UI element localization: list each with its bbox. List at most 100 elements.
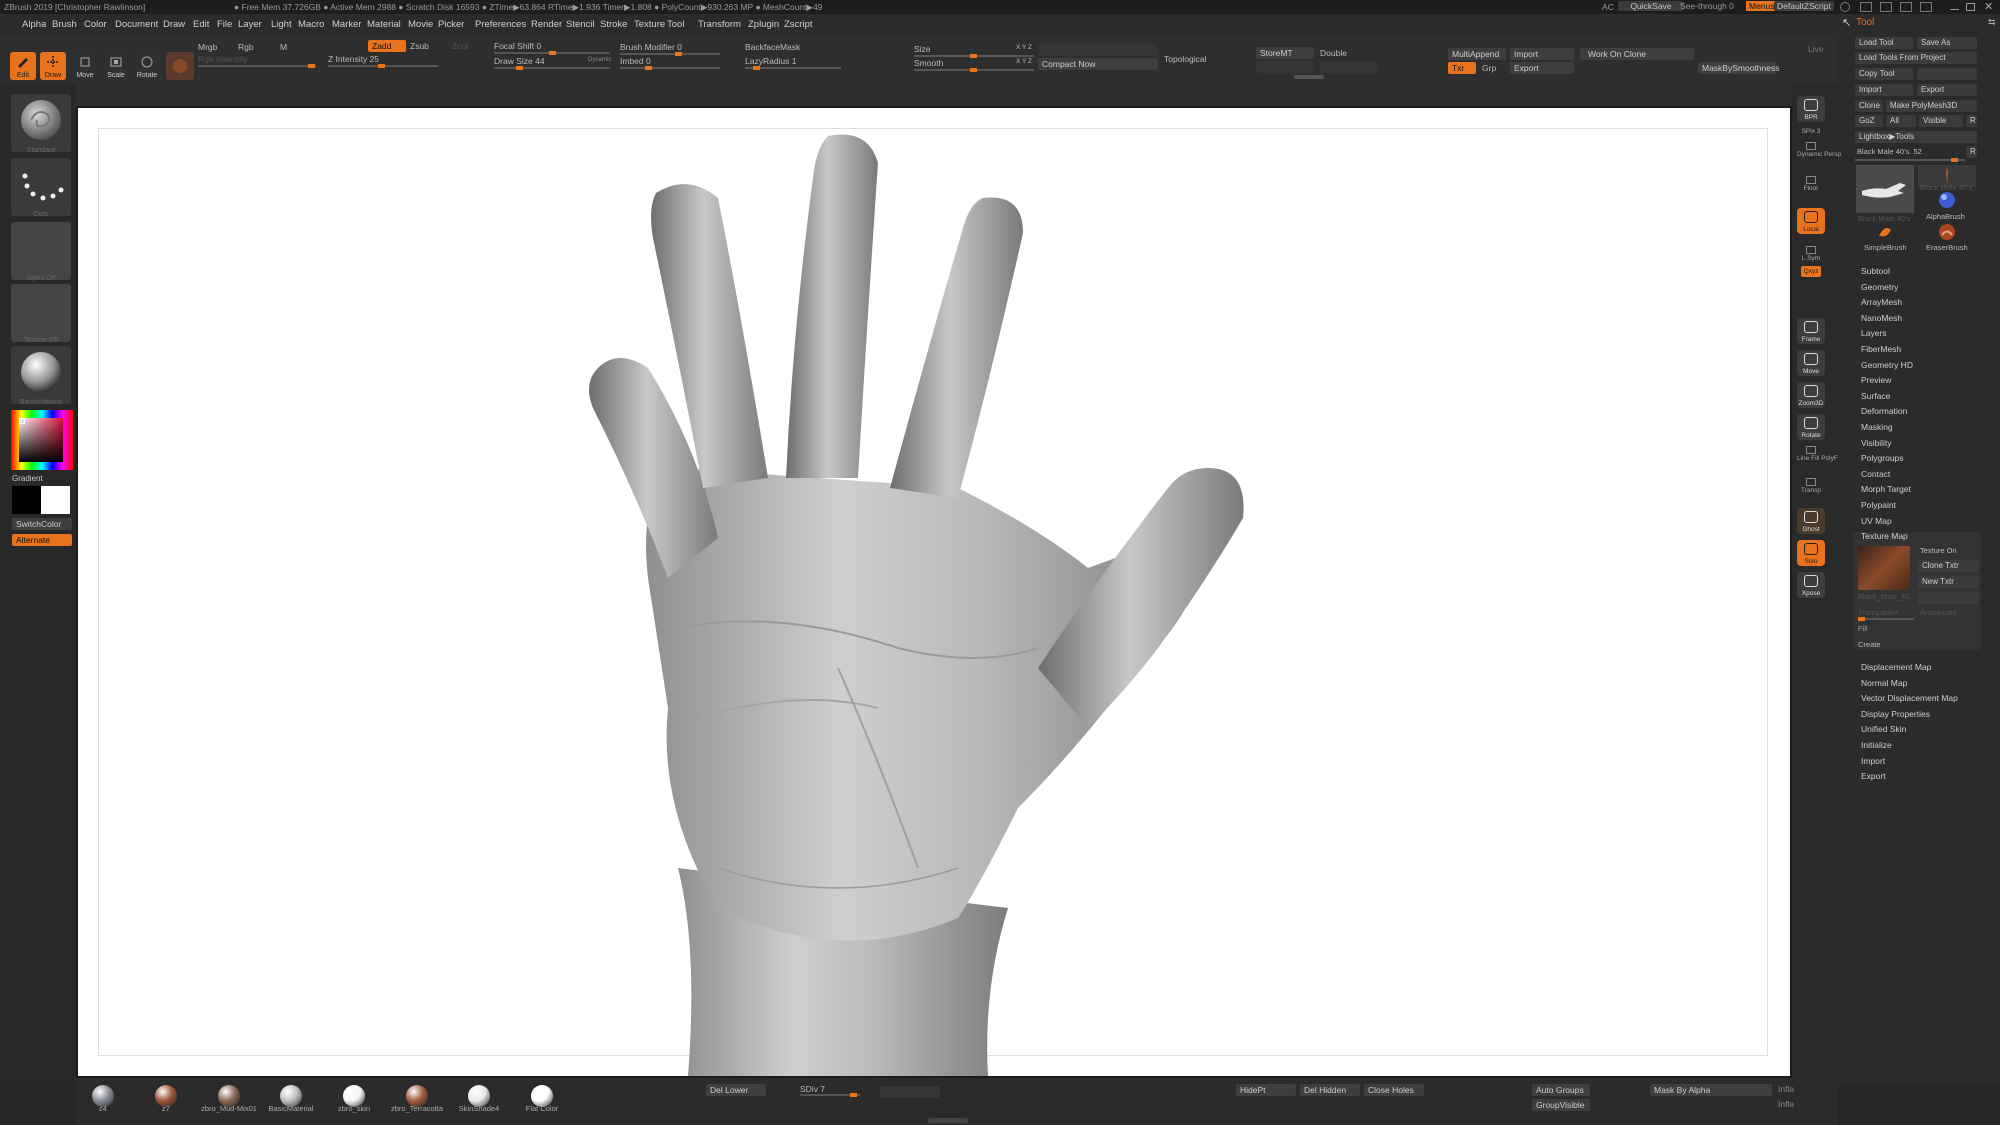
sdiv-slider[interactable]: SDiv 7	[800, 1084, 825, 1094]
size-slider[interactable]: Size	[914, 44, 931, 54]
menu-render[interactable]: Render	[531, 19, 562, 30]
draw-mode-button[interactable]: Draw	[40, 52, 66, 80]
menu-picker[interactable]: Picker	[438, 19, 464, 30]
subpalette-polypaint[interactable]: Polypaint	[1861, 500, 1896, 510]
scroll-handle[interactable]	[1294, 75, 1324, 79]
multiappend-button[interactable]: MultiAppend	[1448, 48, 1506, 60]
nav-rotate-button[interactable]: Rotate	[1797, 414, 1825, 440]
clone-button[interactable]: Clone	[1855, 100, 1883, 112]
storemt-button[interactable]: StoreMT	[1256, 47, 1314, 59]
menu-texture[interactable]: Texture	[634, 19, 665, 30]
subpalette-texture-map[interactable]: Texture Map	[1861, 531, 1908, 541]
menu-brush[interactable]: Brush	[52, 19, 77, 30]
subpalette-subtool[interactable]: Subtool	[1861, 266, 1890, 276]
fill-button[interactable]: Fill	[1858, 624, 1868, 633]
hidept-button[interactable]: HidePt	[1236, 1084, 1296, 1096]
color-square[interactable]	[19, 418, 63, 462]
mask-by-smoothness-button[interactable]: MaskBySmoothness	[1698, 62, 1779, 74]
color-picker[interactable]	[11, 410, 73, 470]
subpalette-surface[interactable]: Surface	[1861, 391, 1890, 401]
menu-macro[interactable]: Macro	[298, 19, 324, 30]
nav-l-sym-button[interactable]: L.Sym	[1797, 246, 1825, 262]
nav-line-fill-polyf-button[interactable]: Line Fill PolyF	[1797, 446, 1838, 462]
antialiased-toggle[interactable]: Antialiased	[1920, 608, 1957, 617]
live-boolean-button[interactable]: Live	[1808, 44, 1824, 54]
texture-selector[interactable]: Texture Off	[11, 284, 71, 344]
color-swatches[interactable]	[12, 486, 70, 514]
subpalette-export[interactable]: Export	[1861, 771, 1886, 781]
mrgb-button[interactable]: Mrgb	[198, 42, 217, 52]
compact-now-button[interactable]: Compact Now	[1038, 58, 1158, 70]
subpalette-nanomesh[interactable]: NanoMesh	[1861, 313, 1902, 323]
menu-zscript[interactable]: Zscript	[784, 19, 813, 30]
maximize-icon[interactable]	[1966, 3, 1975, 11]
import-button[interactable]: Import	[1510, 48, 1574, 60]
current-tool-r-button[interactable]: R	[1966, 146, 1977, 158]
load-tools-from-project-button[interactable]: Load Tools From Project	[1855, 52, 1977, 64]
menu-transform[interactable]: Transform	[698, 19, 741, 30]
hand-model[interactable]	[78, 108, 1790, 1076]
focal-shift-track[interactable]	[494, 51, 610, 55]
close-icon[interactable]: ✕	[1984, 0, 1993, 13]
z-intensity-track[interactable]	[328, 64, 438, 68]
tool-thumb-hand[interactable]	[1856, 165, 1914, 213]
z-intensity-slider[interactable]: Z Intensity 25	[328, 54, 379, 64]
layout-icon[interactable]	[1860, 2, 1872, 12]
zcut-button[interactable]: Zcut	[452, 41, 469, 51]
nav-move-button[interactable]: Move	[1797, 350, 1825, 376]
brush-modifier-slider[interactable]: Brush Modifier 0	[620, 42, 682, 52]
brush-modifier-track[interactable]	[620, 52, 720, 56]
tool-export-button[interactable]: Export	[1917, 84, 1977, 96]
mask-by-alpha-button[interactable]: Mask By Alpha	[1650, 1084, 1772, 1096]
brush-selector[interactable]: Standard	[11, 94, 71, 154]
subpalette-morph-target[interactable]: Morph Target	[1861, 484, 1911, 494]
lazy-radius-slider[interactable]: LazyRadius 1	[745, 56, 797, 66]
menu-preferences[interactable]: Preferences	[475, 19, 526, 30]
material-selector[interactable]: BasicMaterial	[11, 346, 71, 406]
color-swatch-button[interactable]	[166, 52, 194, 80]
menu-file[interactable]: File	[217, 19, 232, 30]
menu-layer[interactable]: Layer	[238, 19, 262, 30]
focal-shift-slider[interactable]: Focal Shift 0	[494, 41, 541, 51]
lightbox-tools-button[interactable]: Lightbox▶Tools	[1855, 131, 1977, 143]
nav-spix-3-button[interactable]: SPix 3	[1797, 128, 1825, 135]
menu-edit[interactable]: Edit	[193, 19, 209, 30]
current-tool-slider[interactable]: Black Male 40's. 52	[1857, 147, 1922, 156]
nav-xpose-button[interactable]: Xpose	[1797, 572, 1825, 598]
alphabrush-thumb[interactable]	[1937, 190, 1957, 210]
nav-floor-button[interactable]: Floor	[1797, 176, 1825, 192]
nav-zoom3d-button[interactable]: Zoom3D	[1797, 382, 1825, 408]
sdiv-track[interactable]	[800, 1093, 860, 1097]
texture-on-toggle[interactable]: Texture On	[1920, 546, 1957, 555]
menu-stencil[interactable]: Stencil	[566, 19, 595, 30]
draw-size-slider[interactable]: Draw Size 44	[494, 56, 545, 66]
menu-document[interactable]: Document	[115, 19, 158, 30]
subpalette-normal-map[interactable]: Normal Map	[1861, 678, 1907, 688]
bottom-scroll-handle[interactable]	[928, 1118, 968, 1123]
rgb-intensity-slider[interactable]: Rgb Intensity	[198, 54, 248, 64]
nav-bpr-button[interactable]: BPR	[1797, 96, 1825, 122]
alternate-button[interactable]: Alternate	[12, 534, 72, 546]
save-as-button[interactable]: Save As	[1917, 37, 1977, 49]
close-holes-button[interactable]: Close Holes	[1364, 1084, 1424, 1096]
subpalette-uv-map[interactable]: UV Map	[1861, 516, 1892, 526]
stroke-selector[interactable]: Dots	[11, 158, 71, 218]
nav-local-button[interactable]: Local	[1797, 208, 1825, 234]
subpalette-layers[interactable]: Layers	[1861, 328, 1887, 338]
zsub-button[interactable]: Zsub	[410, 41, 429, 51]
nav-dynamic-persp-button[interactable]: Dynamic Persp	[1797, 142, 1841, 158]
draw-size-track[interactable]	[494, 66, 610, 70]
subpalette-geometry-hd[interactable]: Geometry HD	[1861, 360, 1913, 370]
size-track[interactable]	[914, 54, 1034, 58]
dynamic-button[interactable]: Dynamic	[588, 57, 611, 63]
imbed-slider[interactable]: Imbed 0	[620, 56, 651, 66]
main-color-swatch[interactable]	[12, 486, 41, 514]
goz-visible-button[interactable]: Visible	[1919, 115, 1963, 127]
menu-light[interactable]: Light	[271, 19, 292, 30]
menu-zplugin[interactable]: Zplugin	[748, 19, 779, 30]
nav-qxyz-button[interactable]: Qxyz	[1801, 266, 1821, 277]
auto-groups-button[interactable]: Auto Groups	[1532, 1084, 1590, 1096]
texture-thumbnail[interactable]	[1858, 546, 1910, 590]
palette-dock-icon[interactable]: ⇆	[1988, 17, 1996, 28]
simplebrush-thumb[interactable]	[1875, 222, 1895, 242]
